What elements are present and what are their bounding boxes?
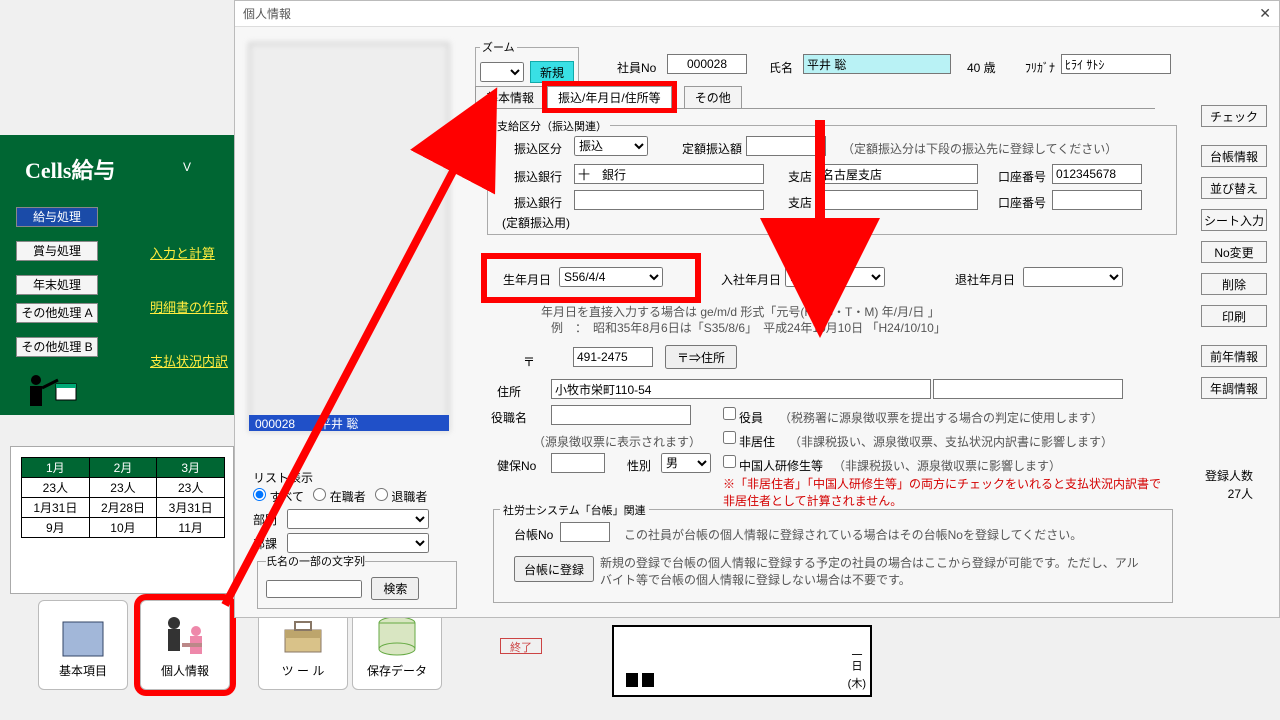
age-text: 40 歳 <box>967 59 996 76</box>
addr2-field[interactable] <box>933 379 1123 399</box>
sex-label: 性別 <box>627 457 651 474</box>
daicho-no-field[interactable] <box>560 522 610 542</box>
new-button[interactable]: 新規 <box>530 61 574 83</box>
section-select[interactable] <box>287 533 429 553</box>
payment-group: 支給区分（振込関連） 振込区分 振込 定額振込額 （定額振込分は下段の振込先に登… <box>487 125 1177 235</box>
person-info-dialog: 個人情報 ✕ 000028 平井 聡 リスト表示 すべて 在職者 退職者 部門 … <box>234 0 1280 618</box>
tab-bank-date-addr[interactable]: 振込/年月日/住所等 <box>547 86 672 108</box>
tab-basic[interactable]: 基本情報 <box>475 86 545 108</box>
rbtn-delete[interactable]: 削除 <box>1201 273 1267 295</box>
building-icon <box>57 612 109 660</box>
kana-field[interactable] <box>1061 54 1171 74</box>
app-title: Cells給与 <box>25 153 115 185</box>
dob-select[interactable]: S56/4/4 <box>559 267 663 287</box>
btn-personal-info[interactable]: 個人情報 <box>140 600 230 690</box>
sex-select[interactable]: 男 <box>661 453 711 473</box>
addr-field[interactable] <box>551 379 931 399</box>
kana-label: ﾌﾘｶﾞﾅ <box>1025 59 1055 76</box>
link-shiharai[interactable]: 支払状況内訳 <box>150 351 228 370</box>
zip-to-addr-button[interactable]: 〒⇒住所 <box>665 345 737 369</box>
pay-kubun-select[interactable]: 振込 <box>574 136 648 156</box>
radio-active[interactable]: 在職者 <box>313 490 365 504</box>
employee-list-selected[interactable]: 000028 平井 聡 <box>249 415 449 431</box>
daicho-group: 社労士システム「台帳」関連 台帳No この社員が台帳の個人情報に登録されている場… <box>493 509 1173 603</box>
list-filter: リスト表示 すべて 在職者 退職者 部門 部課 <box>253 469 453 553</box>
tab-other[interactable]: その他 <box>684 86 742 108</box>
retire-select[interactable] <box>1023 267 1123 287</box>
yakuin-check[interactable] <box>723 407 736 420</box>
calendar-table: 1月2月3月 23人23人23人 1月31日2月28日3月31日 9月10月11… <box>21 457 225 538</box>
tabs: 基本情報 振込/年月日/住所等 その他 <box>475 85 1155 109</box>
zoom-group: ズーム 新規 <box>475 39 579 88</box>
daicho-register-button[interactable]: 台帳に登録 <box>514 556 594 582</box>
hire-select[interactable]: H17/8/21 <box>785 267 885 287</box>
rbtn-check[interactable]: チェック <box>1201 105 1267 127</box>
dialog-title: 個人情報 <box>243 5 291 22</box>
branch1-field[interactable] <box>818 164 978 184</box>
rbtn-sort[interactable]: 並び替え <box>1201 177 1267 199</box>
day-slip: 一日 (木) <box>612 625 872 697</box>
side-btn-salary[interactable]: 給与処理 <box>16 207 98 227</box>
rbtn-daicho-info[interactable]: 台帳情報 <box>1201 145 1267 167</box>
acct1-field[interactable] <box>1052 164 1142 184</box>
title-field[interactable] <box>551 405 691 425</box>
name-search-group: 氏名の一部の文字列 検索 <box>257 553 457 609</box>
dept-select[interactable] <box>287 509 429 529</box>
dialog-titlebar: 個人情報 ✕ <box>235 1 1279 27</box>
toolbox-icon <box>277 612 329 660</box>
side-btn-other-b[interactable]: その他処理 B <box>16 337 98 357</box>
reg-count-label: 登録人数 <box>1205 467 1253 484</box>
dob-label: 生年月日 <box>503 271 551 288</box>
name-search-input[interactable] <box>266 580 362 598</box>
side-btn-yearend[interactable]: 年末処理 <box>16 275 98 295</box>
retire-label: 退社年月日 <box>955 271 1015 288</box>
branch2-field[interactable] <box>818 190 978 210</box>
bank1-field[interactable] <box>574 164 764 184</box>
name-label: 氏名 <box>769 59 793 76</box>
fixed-amount-field[interactable] <box>746 136 826 156</box>
search-button[interactable]: 検索 <box>371 577 419 600</box>
name-field[interactable] <box>803 54 951 74</box>
bank2-field[interactable] <box>574 190 764 210</box>
title-label: 役職名 <box>491 409 527 426</box>
empno-field[interactable] <box>667 54 747 74</box>
rbtn-print[interactable]: 印刷 <box>1201 305 1267 327</box>
zip-field[interactable] <box>573 347 653 367</box>
acct2-field[interactable] <box>1052 190 1142 210</box>
empno-label: 社員No <box>617 59 656 76</box>
app-version: V <box>183 160 191 174</box>
radio-all[interactable]: すべて <box>253 490 304 504</box>
zip-label: 〒 <box>523 353 535 370</box>
addr-label: 住所 <box>497 383 521 400</box>
radio-retired[interactable]: 退職者 <box>375 490 427 504</box>
link-meisai[interactable]: 明細書の作成 <box>150 297 228 316</box>
kenshu-check[interactable] <box>723 455 736 468</box>
end-button[interactable]: 終了 <box>500 638 542 654</box>
employee-list[interactable] <box>249 43 449 431</box>
calendar-panel: 1月2月3月 23人23人23人 1月31日2月28日3月31日 9月10月11… <box>10 446 234 594</box>
btn-basic-items[interactable]: 基本項目 <box>38 600 128 690</box>
zoom-select[interactable] <box>480 62 524 82</box>
close-icon[interactable]: ✕ <box>1259 5 1271 22</box>
side-btn-bonus[interactable]: 賞与処理 <box>16 241 98 261</box>
rbtn-prev-year[interactable]: 前年情報 <box>1201 345 1267 367</box>
reg-count: 27人 <box>1228 485 1253 502</box>
people-icon <box>159 612 211 660</box>
kenpo-field[interactable] <box>551 453 605 473</box>
rbtn-no-change[interactable]: No変更 <box>1201 241 1267 263</box>
hikyoju-check[interactable] <box>723 431 736 444</box>
kenpo-label: 健保No <box>497 457 536 474</box>
side-btn-other-a[interactable]: その他処理 A <box>16 303 98 323</box>
hire-label: 入社年月日 <box>721 271 781 288</box>
link-input-calc[interactable]: 入力と計算 <box>150 243 215 262</box>
list-filter-label: リスト表示 <box>253 469 453 486</box>
database-icon <box>371 612 423 660</box>
observer-icon <box>22 362 77 414</box>
rbtn-nencho[interactable]: 年調情報 <box>1201 377 1267 399</box>
rbtn-sheet-input[interactable]: シート入力 <box>1201 209 1267 231</box>
